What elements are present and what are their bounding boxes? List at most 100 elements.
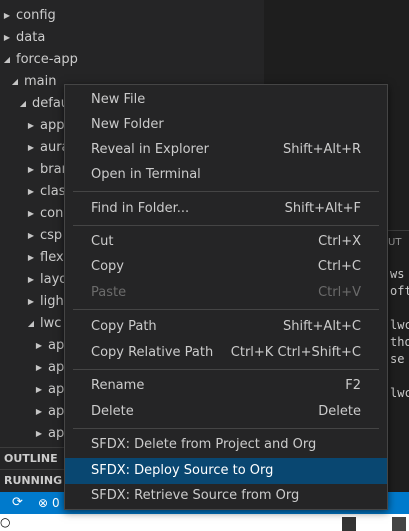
menu-item-shortcut: Ctrl+V [318, 285, 361, 300]
chevron-down-icon: ◢ [27, 319, 35, 328]
tree-item-label: app [40, 118, 65, 133]
chevron-right-icon: ▶ [27, 165, 35, 174]
tree-item-csp[interactable]: ▶ csp [26, 225, 62, 247]
menu-item-copy-relative-path[interactable]: Copy Relative Path Ctrl+K Ctrl+Shift+C [65, 340, 387, 366]
chevron-right-icon: ▶ [27, 297, 35, 306]
tree-item-con[interactable]: ▶ con [26, 203, 63, 225]
chevron-down-icon: ◢ [19, 99, 27, 108]
chevron-right-icon: ▶ [35, 385, 43, 394]
menu-item-copy[interactable]: Copy Ctrl+C [65, 254, 387, 280]
menu-item-sfdx-deploy[interactable]: SFDX: Deploy Source to Org [65, 458, 387, 484]
terminal-line: se [390, 352, 405, 366]
menu-item-reveal-in-explorer[interactable]: Reveal in Explorer Shift+Alt+R [65, 137, 387, 163]
tree-item-ap[interactable]: ▶ ap [34, 357, 64, 379]
tree-item-config[interactable]: ▶ config [2, 5, 56, 27]
menu-item-shortcut: Shift+Alt+C [282, 319, 361, 334]
menu-item-delete[interactable]: Delete Delete [65, 399, 387, 425]
tree-item-force-app[interactable]: ◢ force-app [2, 49, 78, 71]
tree-item-label: config [16, 8, 56, 23]
menu-item-label: Open in Terminal [91, 167, 201, 182]
tree-item-ap[interactable]: ▶ ap [34, 379, 64, 401]
sync-icon[interactable]: ⟳ [12, 492, 23, 514]
tree-item-data[interactable]: ▶ data [2, 27, 45, 49]
chevron-right-icon: ▶ [35, 363, 43, 372]
tree-item-label: ligh [40, 294, 64, 309]
menu-item-label: Rename [91, 378, 145, 393]
taskbar-app-icon[interactable] [392, 517, 406, 531]
tree-item-label: data [16, 30, 46, 45]
terminal-line: tho [390, 335, 409, 349]
menu-item-label: SFDX: Retrieve Source from Org [91, 488, 300, 503]
menu-item-paste[interactable]: Paste Ctrl+V [65, 280, 387, 306]
tree-item-ap[interactable]: ▶ ap [34, 401, 64, 423]
menu-item-shortcut: Ctrl+K Ctrl+Shift+C [230, 345, 361, 360]
menu-item-open-in-terminal[interactable]: Open in Terminal [65, 162, 387, 188]
tree-item-label: ap [48, 338, 65, 353]
tree-item-ap[interactable]: ▶ ap [34, 423, 64, 445]
menu-item-cut[interactable]: Cut Ctrl+X [65, 229, 387, 255]
tree-item-label: con [40, 206, 64, 221]
menu-item-rename[interactable]: Rename F2 [65, 373, 387, 399]
menu-item-label: Paste [91, 285, 127, 300]
menu-item-sfdx-delete[interactable]: SFDX: Delete from Project and Org [65, 432, 387, 458]
chevron-right-icon: ▶ [35, 407, 43, 416]
vscode-window: ▶ config ▶ data ◢ force-app ◢ main ◢ defau ▶ a… [0, 0, 409, 531]
menu-separator [73, 225, 379, 226]
menu-item-sfdx-retrieve[interactable]: SFDX: Retrieve Source from Org [65, 483, 387, 509]
terminal-line: oft [390, 284, 409, 298]
error-icon[interactable]: ⊗ [38, 492, 48, 514]
tree-item-flexi[interactable]: ▶ flexi [26, 247, 67, 269]
menu-item-label: Copy Relative Path [91, 345, 214, 360]
menu-item-shortcut: Delete [318, 404, 361, 419]
tree-item-default[interactable]: ◢ defau [18, 93, 69, 115]
tree-item-label: csp [40, 228, 63, 243]
menu-item-new-file[interactable]: New File [65, 87, 387, 113]
menu-item-shortcut: Shift+Alt+F [284, 201, 361, 216]
tree-item-clas[interactable]: ▶ clas [26, 181, 66, 203]
tree-item-app[interactable]: ▶ app [26, 115, 65, 137]
taskbar-app-icon[interactable] [342, 517, 356, 531]
menu-item-label: Reveal in Explorer [91, 142, 209, 157]
chevron-right-icon: ▶ [27, 275, 35, 284]
menu-item-new-folder[interactable]: New Folder [65, 112, 387, 138]
menu-item-label: Cut [91, 234, 114, 249]
menu-item-label: New File [91, 92, 146, 107]
chevron-right-icon: ▶ [27, 209, 35, 218]
chevron-right-icon: ▶ [27, 253, 35, 262]
chevron-right-icon: ▶ [35, 341, 43, 350]
context-menu: New File New Folder Reveal in Explorer S… [64, 84, 388, 510]
menu-item-label: Copy [91, 259, 124, 274]
tree-item-label: force-app [16, 52, 78, 67]
tree-item-aura[interactable]: ▶ aura [26, 137, 70, 159]
menu-separator [73, 191, 379, 192]
tree-item-label: main [24, 74, 57, 89]
panel-tab-output[interactable]: UT [388, 237, 401, 248]
tree-item-ligh[interactable]: ▶ ligh [26, 291, 64, 313]
tree-item-main[interactable]: ◢ main [10, 71, 57, 93]
menu-item-shortcut: F2 [345, 378, 361, 393]
tree-item-layo[interactable]: ▶ layo [26, 269, 67, 291]
menu-item-find-in-folder[interactable]: Find in Folder... Shift+Alt+F [65, 196, 387, 222]
menu-item-shortcut: Ctrl+X [318, 234, 361, 249]
tree-item-label: ap [48, 360, 65, 375]
chevron-right-icon: ▶ [27, 121, 35, 130]
menu-item-shortcut: Shift+Alt+R [283, 142, 361, 157]
search-icon[interactable]: ○ [0, 515, 10, 529]
tree-item-label: ap [48, 426, 65, 441]
chevron-right-icon: ▶ [3, 11, 11, 20]
tree-item-label: ap [48, 382, 65, 397]
os-taskbar: ○ [0, 514, 409, 531]
error-count[interactable]: 0 [52, 492, 60, 514]
tree-item-ap[interactable]: ▶ ap [34, 335, 64, 357]
menu-separator [73, 369, 379, 370]
menu-item-label: Copy Path [91, 319, 157, 334]
chevron-right-icon: ▶ [27, 143, 35, 152]
menu-item-copy-path[interactable]: Copy Path Shift+Alt+C [65, 314, 387, 340]
menu-item-label: Delete [91, 404, 134, 419]
chevron-right-icon: ▶ [27, 231, 35, 240]
tree-item-lwc[interactable]: ◢ lwc [26, 313, 61, 335]
terminal-line: lwc [390, 386, 409, 400]
menu-separator [73, 309, 379, 310]
chevron-right-icon: ▶ [3, 33, 11, 42]
chevron-right-icon: ▶ [35, 429, 43, 438]
